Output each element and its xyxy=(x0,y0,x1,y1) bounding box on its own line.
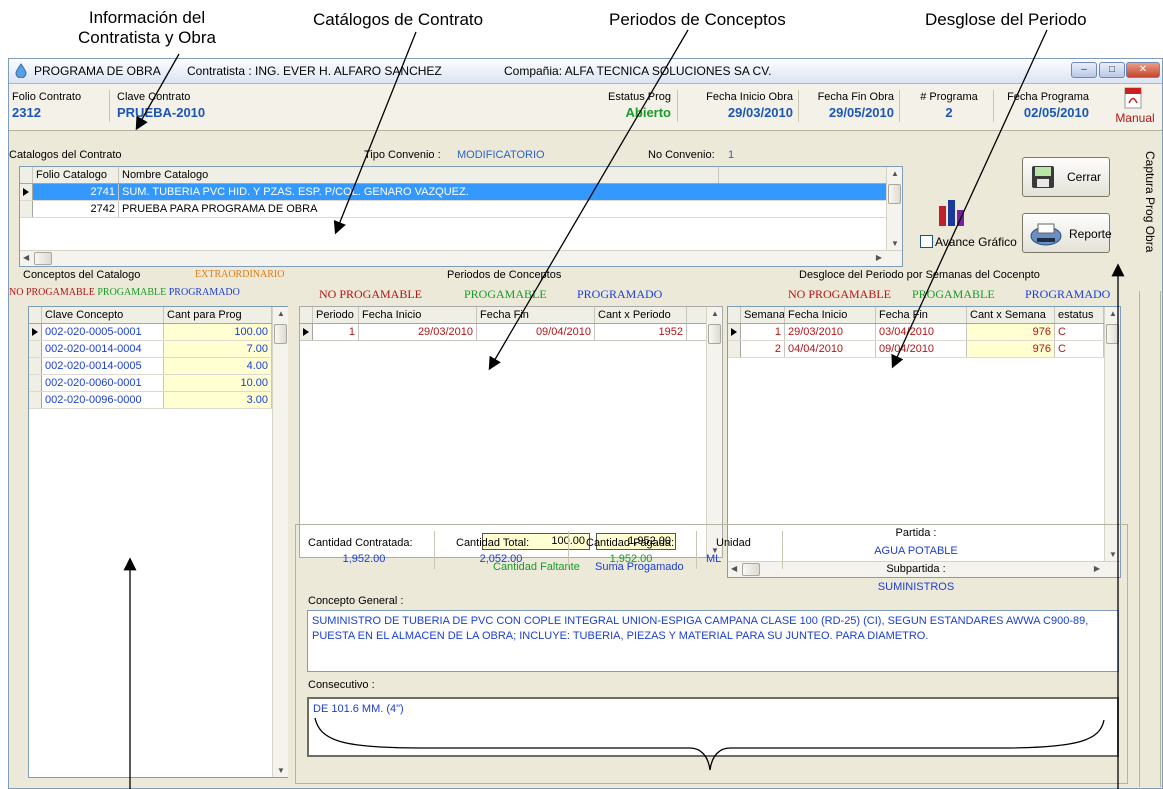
arrow-desglose xyxy=(891,29,1048,369)
brace-detalle xyxy=(314,717,1105,771)
arrow-periodos xyxy=(488,29,689,371)
arrow-catalogos xyxy=(333,31,417,235)
annotation-arrows xyxy=(123,29,1125,789)
arrow-info xyxy=(135,53,180,131)
